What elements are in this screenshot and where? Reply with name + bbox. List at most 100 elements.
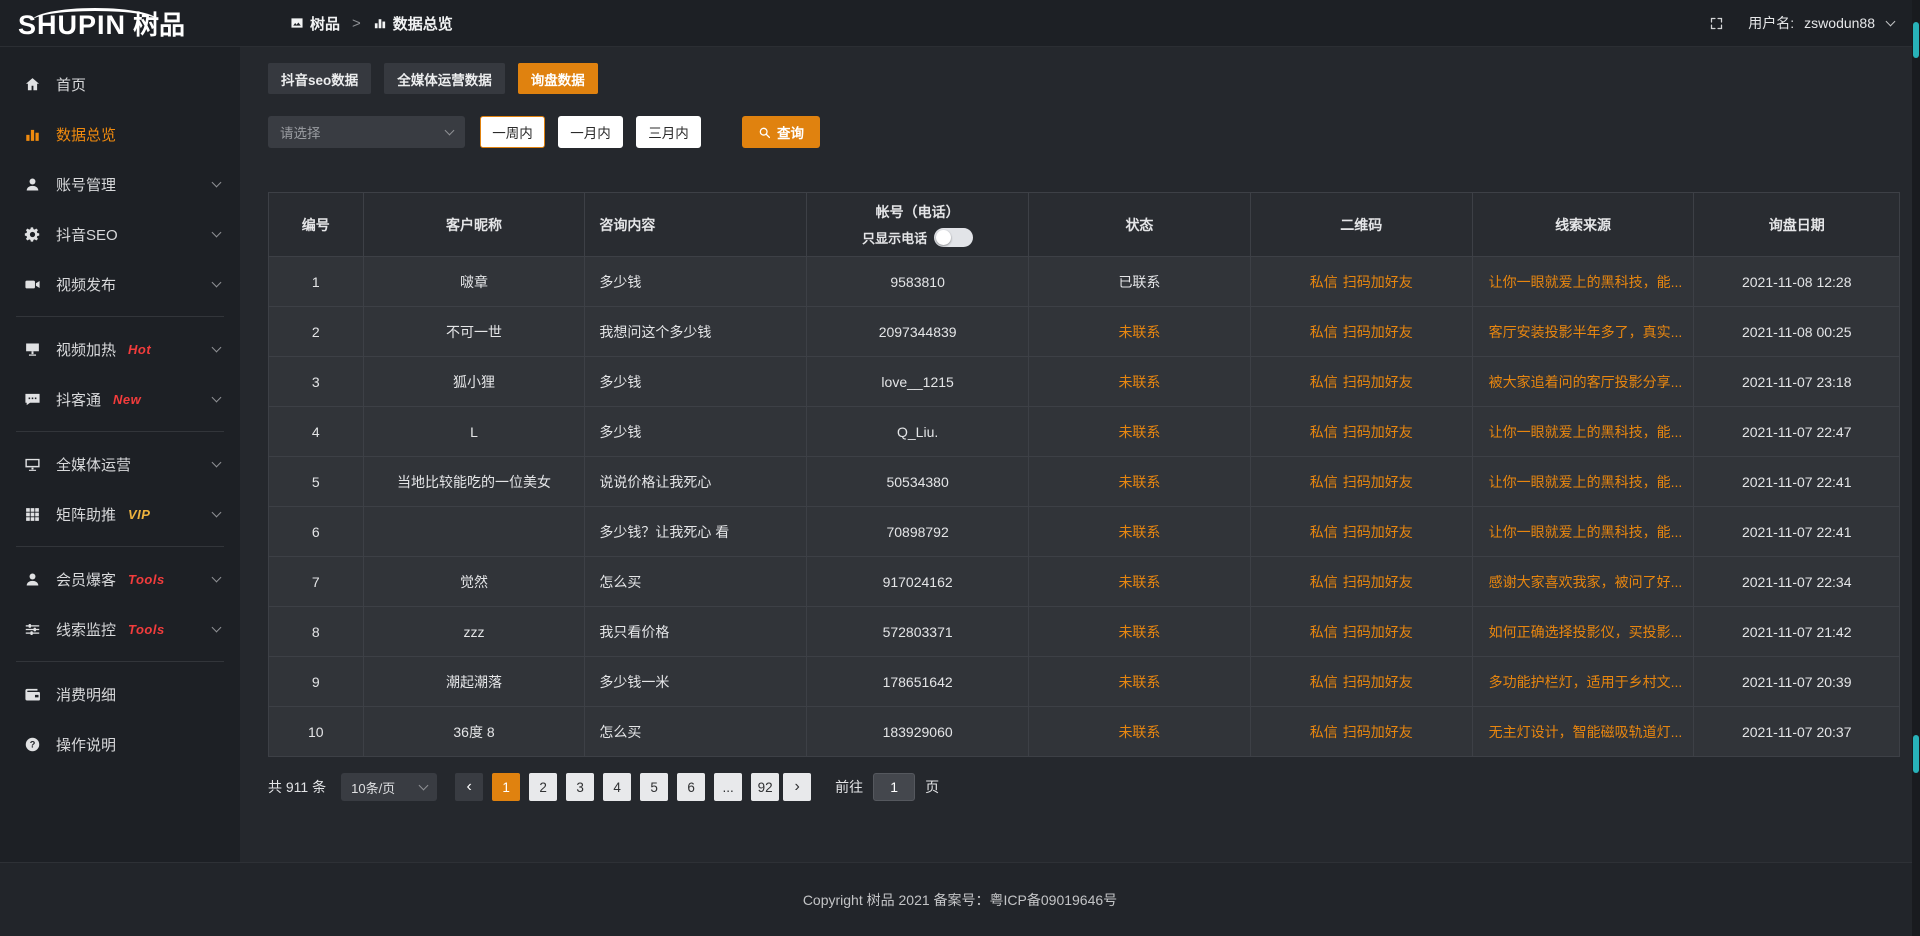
qr-scan-add-friend-link[interactable]: 扫码加好友 — [1343, 522, 1413, 542]
sidebar-item-home[interactable]: 首页 — [0, 59, 240, 109]
qr-private-message-link[interactable]: 私信 — [1310, 472, 1338, 492]
range-button-one-month[interactable]: 一月内 — [558, 116, 623, 148]
page-button-4[interactable]: 4 — [603, 773, 631, 801]
page-button-2[interactable]: 2 — [529, 773, 557, 801]
source-link[interactable]: 被大家追着问的客厅投影分享... — [1489, 374, 1683, 390]
range-button-three-months[interactable]: 三月内 — [636, 116, 701, 148]
source-link[interactable]: 让你一眼就爱上的黑科技，能... — [1489, 274, 1683, 290]
qr-private-message-link[interactable]: 私信 — [1310, 272, 1338, 292]
page-ellipsis-button[interactable]: ... — [714, 773, 742, 801]
sidebar-item-badge: Tools — [128, 572, 165, 587]
page-button-6[interactable]: 6 — [677, 773, 705, 801]
breadcrumb-item-1[interactable]: 树品 — [290, 13, 340, 34]
tab-inquiry-data[interactable]: 询盘数据 — [518, 63, 598, 94]
chevron-down-icon — [212, 623, 222, 633]
goto-suffix: 页 — [925, 777, 939, 797]
qr-scan-add-friend-link[interactable]: 扫码加好友 — [1343, 672, 1413, 692]
qr-scan-add-friend-link[interactable]: 扫码加好友 — [1343, 372, 1413, 392]
qr-private-message-link[interactable]: 私信 — [1310, 622, 1338, 642]
source-link[interactable]: 多功能护栏灯，适用于乡村文... — [1489, 674, 1683, 690]
cell-account: 70898792 — [807, 507, 1029, 557]
source-link[interactable]: 无主灯设计，智能磁吸轨道灯... — [1489, 724, 1683, 740]
sidebar-menu: 首页数据总览账号管理抖音SEO视频发布视频加热Hot抖客通New 全媒体运营矩阵助… — [0, 59, 240, 769]
source-link[interactable]: 客厅安装投影半年多了，真实... — [1489, 324, 1683, 340]
sidebar-item-video-heat[interactable]: 视频加热Hot — [0, 324, 240, 374]
cell-account: 917024162 — [807, 557, 1029, 607]
sidebar-item-label: 账号管理 — [56, 174, 116, 195]
goto-page-input[interactable] — [873, 773, 915, 801]
cell-status: 未联系 — [1029, 657, 1251, 707]
filter-select[interactable]: 请选择 — [268, 116, 465, 148]
source-link[interactable]: 如何正确选择投影仪，买投影... — [1489, 624, 1683, 640]
sidebar-item-douyin-seo[interactable]: 抖音SEO — [0, 209, 240, 259]
qr-private-message-link[interactable]: 私信 — [1310, 522, 1338, 542]
cell-status: 未联系 — [1029, 707, 1251, 757]
qr-private-message-link[interactable]: 私信 — [1310, 672, 1338, 692]
sidebar-item-member-baoke[interactable]: 会员爆客Tools — [0, 554, 240, 604]
column-header-label: 二维码 — [1340, 217, 1382, 233]
qr-private-message-link[interactable]: 私信 — [1310, 572, 1338, 592]
qr-scan-add-friend-link[interactable]: 扫码加好友 — [1343, 572, 1413, 592]
sidebar-item-account-management[interactable]: 账号管理 — [0, 159, 240, 209]
phone-only-toggle[interactable] — [934, 228, 973, 247]
column-header-account: 帐号（电话） 只显示电话 — [807, 193, 1029, 257]
qr-private-message-link[interactable]: 私信 — [1310, 322, 1338, 342]
sidebar-item-operation-guide[interactable]: ?操作说明 — [0, 719, 240, 769]
range-button-one-week[interactable]: 一周内 — [480, 116, 545, 148]
sidebar-item-matrix-boost[interactable]: 矩阵助推VIP — [0, 489, 240, 539]
sidebar: 首页数据总览账号管理抖音SEO视频发布视频加热Hot抖客通New 全媒体运营矩阵助… — [0, 47, 240, 862]
cell-account: Q_Liu. — [807, 407, 1029, 457]
qr-scan-add-friend-link[interactable]: 扫码加好友 — [1343, 722, 1413, 742]
fullscreen-icon[interactable] — [1709, 16, 1724, 31]
sidebar-item-consumption-detail[interactable]: 消费明细 — [0, 669, 240, 719]
page-button-5[interactable]: 5 — [640, 773, 668, 801]
tab-douyin-seo-data[interactable]: 抖音seo数据 — [268, 63, 371, 94]
sidebar-item-data-overview[interactable]: 数据总览 — [0, 109, 240, 159]
qr-private-message-link[interactable]: 私信 — [1310, 722, 1338, 742]
qr-scan-add-friend-link[interactable]: 扫码加好友 — [1343, 422, 1413, 442]
table-row: 8zzz我只看价格572803371未联系私信扫码加好友如何正确选择投影仪，买投… — [269, 607, 1900, 657]
sidebar-item-video-publish[interactable]: 视频发布 — [0, 259, 240, 309]
tab-media-operation-data[interactable]: 全媒体运营数据 — [384, 63, 505, 94]
sidebar-item-clue-monitor[interactable]: 线索监控Tools — [0, 604, 240, 654]
source-link[interactable]: 让你一眼就爱上的黑科技，能... — [1489, 424, 1683, 440]
image-icon — [290, 16, 304, 30]
qr-scan-add-friend-link[interactable]: 扫码加好友 — [1343, 322, 1413, 342]
username-value[interactable]: zswodun88 — [1804, 15, 1875, 31]
copyright-text: Copyright 树品 2021 备案号：粤ICP备09019646号 — [803, 890, 1117, 910]
cell-status: 未联系 — [1029, 457, 1251, 507]
cell-source: 让你一眼就爱上的黑科技，能... — [1472, 257, 1694, 307]
scrollbar-track[interactable] — [1912, 0, 1920, 936]
qr-private-message-link[interactable]: 私信 — [1310, 372, 1338, 392]
chevron-down-icon[interactable] — [1886, 17, 1896, 27]
page-button-92[interactable]: 92 — [751, 773, 779, 801]
breadcrumb-item-2[interactable]: 数据总览 — [373, 13, 453, 34]
cell-qrcode: 私信扫码加好友 — [1250, 507, 1472, 557]
scrollbar-thumb[interactable] — [1913, 22, 1919, 58]
qr-scan-add-friend-link[interactable]: 扫码加好友 — [1343, 272, 1413, 292]
cell-account: 183929060 — [807, 707, 1029, 757]
source-link[interactable]: 让你一眼就爱上的黑科技，能... — [1489, 474, 1683, 490]
cell-content: 说说价格让我死心 — [585, 457, 807, 507]
chevron-down-icon — [212, 178, 222, 188]
sidebar-item-media-operation[interactable]: 全媒体运营 — [0, 439, 240, 489]
cell-nickname: 啵章 — [363, 257, 585, 307]
svg-text:?: ? — [30, 739, 36, 749]
page-size-select[interactable]: 10条/页 — [341, 773, 437, 801]
prev-page-button[interactable]: ‹ — [455, 773, 483, 801]
page-button-1[interactable]: 1 — [492, 773, 520, 801]
page-button-3[interactable]: 3 — [566, 773, 594, 801]
cell-id: 8 — [269, 607, 364, 657]
qr-private-message-link[interactable]: 私信 — [1310, 422, 1338, 442]
qr-scan-add-friend-link[interactable]: 扫码加好友 — [1343, 472, 1413, 492]
next-page-button[interactable]: › — [783, 773, 811, 801]
cell-nickname: 当地比较能吃的一位美女 — [363, 457, 585, 507]
chart-icon — [373, 16, 387, 30]
source-link[interactable]: 感谢大家喜欢我家，被问了好... — [1489, 574, 1683, 590]
monitor-icon — [24, 456, 41, 473]
sidebar-item-douketong[interactable]: 抖客通New — [0, 374, 240, 424]
search-button[interactable]: 查询 — [742, 116, 820, 148]
source-link[interactable]: 让你一眼就爱上的黑科技，能... — [1489, 524, 1683, 540]
qr-scan-add-friend-link[interactable]: 扫码加好友 — [1343, 622, 1413, 642]
column-header-status: 状态 — [1029, 193, 1251, 257]
